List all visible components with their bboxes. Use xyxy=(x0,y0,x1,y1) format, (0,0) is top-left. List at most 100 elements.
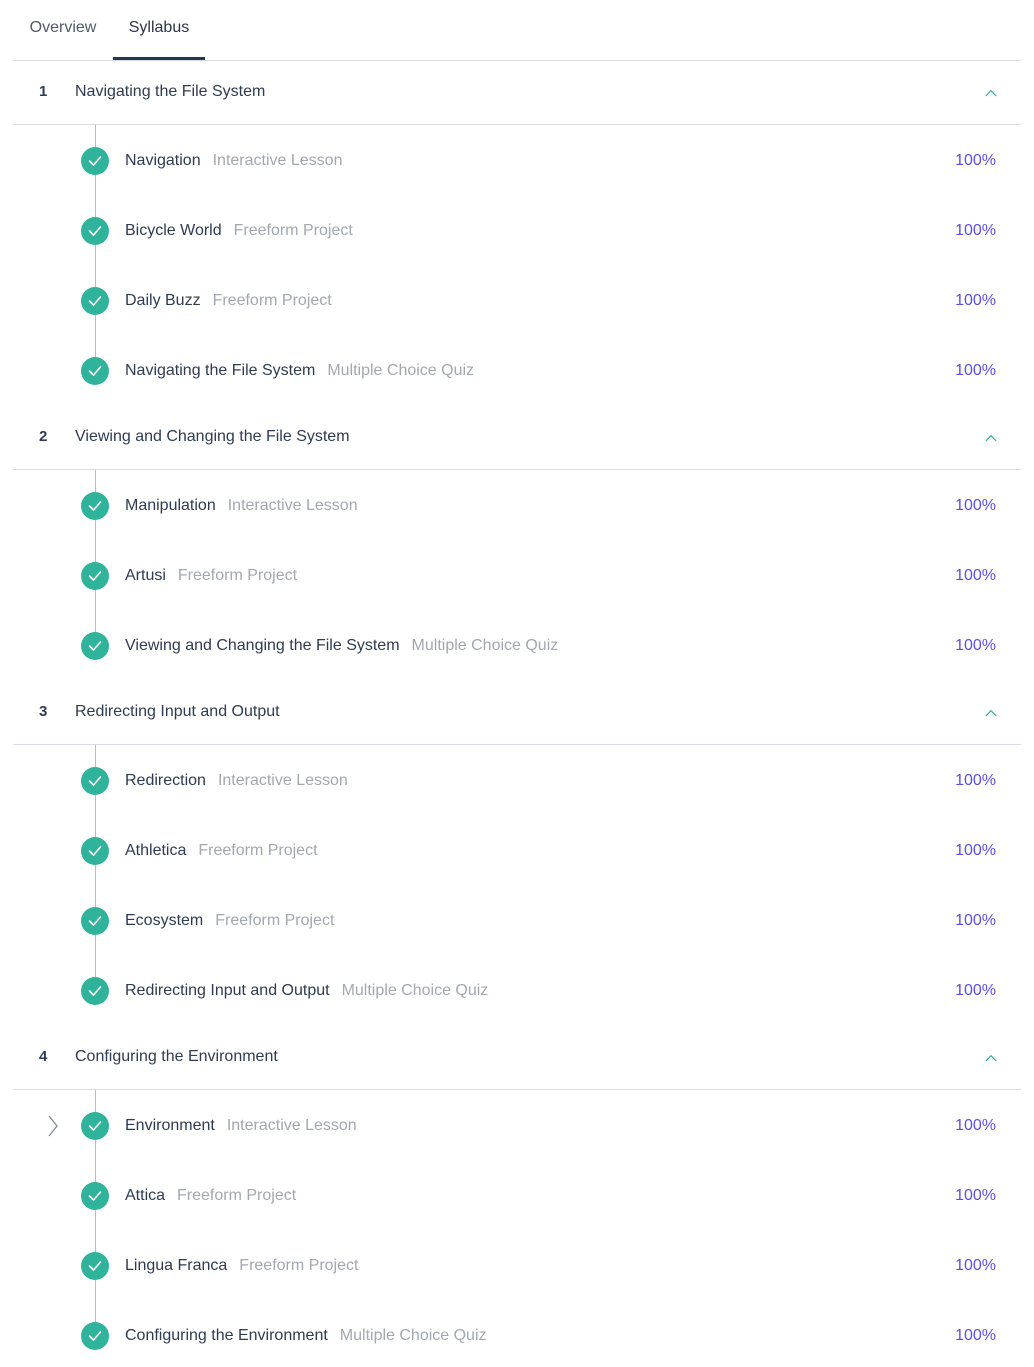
item-progress: 100% xyxy=(955,152,996,169)
completed-check-icon xyxy=(81,287,109,315)
item-type: Freeform Project xyxy=(215,912,335,929)
syllabus-item[interactable]: Daily Buzz Freeform Project 100% xyxy=(0,281,1034,321)
item-title-group: Attica Freeform Project xyxy=(125,1176,296,1216)
item-title[interactable]: Attica xyxy=(125,1187,165,1204)
syllabus-item[interactable]: Attica Freeform Project 100% xyxy=(0,1176,1034,1216)
syllabus-item[interactable]: Manipulation Interactive Lesson 100% xyxy=(0,486,1034,526)
completed-check-icon xyxy=(81,767,109,795)
item-type: Multiple Choice Quiz xyxy=(327,362,475,379)
module-title: Viewing and Changing the File System xyxy=(75,428,350,445)
tab-syllabus[interactable]: Syllabus xyxy=(113,0,205,60)
item-progress: 100% xyxy=(955,772,996,789)
item-title-group: Configuring the Environment Multiple Choi… xyxy=(125,1316,487,1356)
item-progress: 100% xyxy=(955,1257,996,1274)
item-progress: 100% xyxy=(955,842,996,859)
chevron-up-icon[interactable] xyxy=(985,1052,997,1064)
item-title[interactable]: Environment xyxy=(125,1117,215,1134)
item-title-group: Athletica Freeform Project xyxy=(125,831,318,871)
syllabus-item[interactable]: Navigating the File System Multiple Choic… xyxy=(0,351,1034,391)
syllabus-item[interactable]: Ecosystem Freeform Project 100% xyxy=(0,901,1034,941)
item-title[interactable]: Viewing and Changing the File System xyxy=(125,637,400,654)
item-type: Freeform Project xyxy=(239,1257,359,1274)
completed-check-icon xyxy=(81,1252,109,1280)
item-title-group: Ecosystem Freeform Project xyxy=(125,901,334,941)
item-type: Interactive Lesson xyxy=(227,497,358,514)
completed-check-icon xyxy=(81,147,109,175)
module-title: Navigating the File System xyxy=(75,83,266,100)
completed-check-icon xyxy=(81,562,109,590)
syllabus-page: Overview Syllabus 1 Navigating the File S… xyxy=(0,0,1034,1367)
module-header[interactable]: 1 Navigating the File System xyxy=(13,60,1021,125)
completed-check-icon xyxy=(81,907,109,935)
item-type: Multiple Choice Quiz xyxy=(341,982,489,999)
item-progress: 100% xyxy=(955,637,996,654)
completed-check-icon xyxy=(81,1112,109,1140)
module-header[interactable]: 2 Viewing and Changing the File System xyxy=(13,405,1021,470)
item-progress: 100% xyxy=(955,982,996,999)
item-title-group: Manipulation Interactive Lesson xyxy=(125,486,358,526)
item-title[interactable]: Ecosystem xyxy=(125,912,203,929)
module-title: Redirecting Input and Output xyxy=(75,703,280,720)
item-type: Interactive Lesson xyxy=(226,1117,357,1134)
completed-check-icon xyxy=(81,217,109,245)
item-type: Freeform Project xyxy=(177,1187,297,1204)
item-title[interactable]: Artusi xyxy=(125,567,166,584)
item-progress: 100% xyxy=(955,567,996,584)
module-number: 1 xyxy=(39,83,48,100)
module-title: Configuring the Environment xyxy=(75,1048,278,1065)
item-title-group: Navigation Interactive Lesson xyxy=(125,141,342,181)
tab-overview[interactable]: Overview xyxy=(13,0,113,58)
item-progress: 100% xyxy=(955,222,996,239)
syllabus-item[interactable]: Viewing and Changing the File System Mult… xyxy=(0,626,1034,666)
item-type: Freeform Project xyxy=(177,567,298,584)
item-title-group: Redirecting Input and Output Multiple Cho… xyxy=(125,971,488,1011)
syllabus-item[interactable]: Artusi Freeform Project 100% xyxy=(0,556,1034,596)
completed-check-icon xyxy=(81,492,109,520)
completed-check-icon xyxy=(81,977,109,1005)
item-type: Multiple Choice Quiz xyxy=(339,1327,487,1344)
item-title[interactable]: Redirecting Input and Output xyxy=(125,982,330,999)
chevron-up-icon[interactable] xyxy=(985,87,997,99)
item-title-group: Daily Buzz Freeform Project xyxy=(125,281,332,321)
item-type: Interactive Lesson xyxy=(212,152,343,169)
syllabus-item[interactable]: Navigation Interactive Lesson 100% xyxy=(0,141,1034,181)
item-title[interactable]: Manipulation xyxy=(125,497,216,514)
completed-check-icon xyxy=(81,837,109,865)
item-title-group: Lingua Franca Freeform Project xyxy=(125,1246,358,1286)
module-number: 4 xyxy=(39,1048,48,1065)
item-title[interactable]: Redirection xyxy=(125,772,206,789)
syllabus-item[interactable]: Environment Interactive Lesson 100% xyxy=(0,1106,1034,1146)
item-title-group: Viewing and Changing the File System Mult… xyxy=(125,626,558,666)
item-title-group: Environment Interactive Lesson xyxy=(125,1106,357,1146)
syllabus-item[interactable]: Athletica Freeform Project 100% xyxy=(0,831,1034,871)
item-title[interactable]: Athletica xyxy=(125,842,186,859)
item-progress: 100% xyxy=(955,1117,996,1134)
syllabus-item[interactable]: Bicycle World Freeform Project 100% xyxy=(0,211,1034,251)
completed-check-icon xyxy=(81,632,109,660)
item-type: Freeform Project xyxy=(212,292,332,309)
item-title[interactable]: Configuring the Environment xyxy=(125,1327,328,1344)
module-number: 3 xyxy=(39,703,48,720)
item-title-group: Artusi Freeform Project xyxy=(125,556,297,596)
item-type: Freeform Project xyxy=(233,222,353,239)
syllabus-item[interactable]: Redirection Interactive Lesson 100% xyxy=(0,761,1034,801)
completed-check-icon xyxy=(81,1182,109,1210)
chevron-up-icon[interactable] xyxy=(985,432,997,444)
item-title[interactable]: Daily Buzz xyxy=(125,292,201,309)
syllabus-item[interactable]: Lingua Franca Freeform Project 100% xyxy=(0,1246,1034,1286)
chevron-up-icon[interactable] xyxy=(985,707,997,719)
module-header[interactable]: 3 Redirecting Input and Output xyxy=(13,680,1021,745)
item-title[interactable]: Navigating the File System xyxy=(125,362,315,379)
module-header[interactable]: 4 Configuring the Environment xyxy=(13,1025,1021,1090)
item-progress: 100% xyxy=(955,1327,996,1344)
item-title[interactable]: Bicycle World xyxy=(125,222,222,239)
item-type: Freeform Project xyxy=(198,842,318,859)
item-title[interactable]: Navigation xyxy=(125,152,201,169)
item-type: Interactive Lesson xyxy=(217,772,348,789)
item-type: Multiple Choice Quiz xyxy=(411,637,559,654)
item-progress: 100% xyxy=(955,1187,996,1204)
module-number: 2 xyxy=(39,428,48,445)
item-title[interactable]: Lingua Franca xyxy=(125,1257,227,1274)
syllabus-item[interactable]: Configuring the Environment Multiple Choi… xyxy=(0,1316,1034,1356)
syllabus-item[interactable]: Redirecting Input and Output Multiple Cho… xyxy=(0,971,1034,1011)
